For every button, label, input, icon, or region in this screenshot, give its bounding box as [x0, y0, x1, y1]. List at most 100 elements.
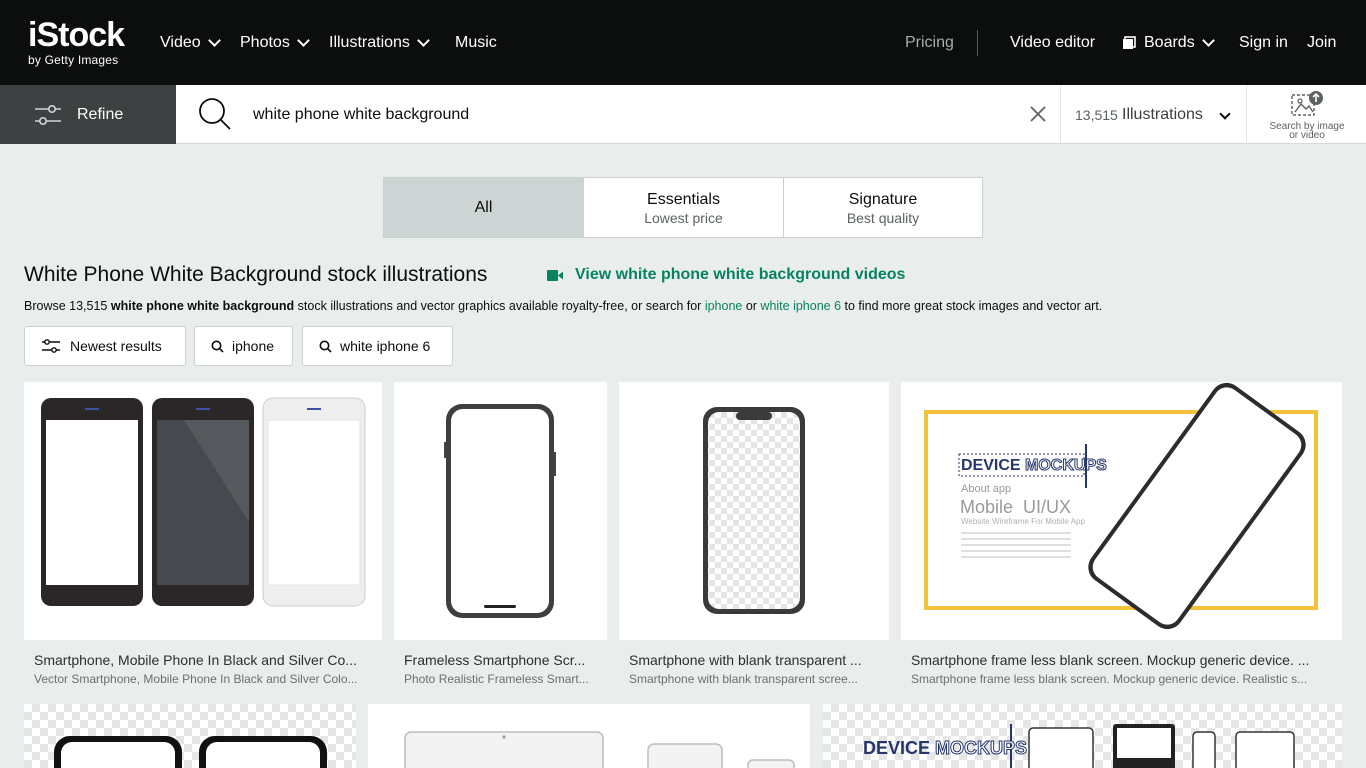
search-field[interactable]: white phone white background: [176, 85, 1060, 144]
nav-boards[interactable]: Boards: [1122, 33, 1215, 53]
boards-icon: [1123, 36, 1136, 49]
mockup-heading-2-word2: MOCKUPS: [935, 738, 1028, 759]
istock-logo[interactable]: iStock by Getty Images: [28, 18, 140, 68]
result-image-5[interactable]: [24, 704, 356, 768]
chevron-down-icon: [1219, 108, 1231, 120]
view-videos-label: View white phone white background videos: [575, 266, 906, 283]
mockup-about: About app: [961, 483, 1012, 495]
suggested-search-iphone[interactable]: iphone: [194, 326, 293, 366]
sign-in-link[interactable]: Sign in: [1239, 33, 1288, 53]
suggested-search-white-iphone-6[interactable]: white iphone 6: [302, 326, 453, 366]
sliders-icon: [35, 105, 61, 125]
tab-all[interactable]: All: [383, 177, 584, 238]
nav-photos-label: Photos: [240, 34, 290, 51]
frameless-smartphone-illustration: [444, 404, 556, 618]
nav-video-label: Video: [160, 34, 201, 51]
media-type-select[interactable]: 13,515 Illustrations: [1060, 85, 1246, 144]
result-title-2[interactable]: Frameless Smartphone Scr...: [404, 652, 602, 669]
result-image-1[interactable]: [24, 382, 382, 640]
result-image-6[interactable]: [368, 704, 810, 768]
sort-newest-button[interactable]: Newest results: [24, 326, 186, 366]
sort-newest-label: Newest results: [70, 338, 162, 354]
browse-middle: stock illustrations and vector graphics …: [294, 299, 705, 313]
result-subtitle-2: Photo Realistic Frameless Smart...: [404, 672, 589, 686]
browse-description: Browse 13,515 white phone white backgrou…: [24, 298, 1102, 314]
logo-wordmark: iStock: [28, 16, 125, 54]
tab-essentials-subtitle: Lowest price: [644, 210, 723, 226]
refine-label: Refine: [77, 106, 124, 123]
chevron-down-icon: [296, 34, 310, 47]
search-by-image-button[interactable]: Search by image or video: [1246, 85, 1366, 144]
mockup-heading-2-word1: DEVICE: [863, 738, 931, 758]
nav-divider: [977, 30, 978, 56]
mockup-heading: DEVICE MOCKUPS: [961, 457, 1107, 475]
device-set-illustration: [404, 731, 795, 768]
top-navigation: iStock by Getty Images Video Photos Illu…: [0, 0, 1366, 85]
result-subtitle-1: Vector Smartphone, Mobile Phone In Black…: [34, 672, 358, 686]
browse-prefix: Browse 13,515: [24, 299, 111, 313]
result-title-4[interactable]: Smartphone frame less blank screen. Mock…: [911, 652, 1338, 669]
related-search-link-iphone[interactable]: iphone: [705, 299, 743, 313]
sign-in-label: Sign in: [1239, 34, 1288, 51]
suggested-search-iphone-label: iphone: [232, 338, 275, 354]
result-count: 13,515: [1075, 107, 1118, 123]
mockup-tagline: Website Wireframe For Mobile App: [961, 517, 1085, 526]
sliders-icon: [42, 339, 60, 353]
mockup-heading-word2: MOCKUPS: [1025, 457, 1108, 475]
result-image-2[interactable]: [394, 382, 607, 640]
two-smartphones-illustration: [54, 736, 327, 768]
media-type-label: Illustrations: [1122, 106, 1203, 123]
result-image-4[interactable]: DEVICE MOCKUPS About app Mobile UI/UX We…: [901, 382, 1342, 640]
mockup-subtitle: Mobile UI/UX: [960, 497, 1072, 517]
nav-photos[interactable]: Photos: [240, 33, 310, 53]
tab-essentials-label: Essentials: [647, 191, 720, 208]
view-videos-link[interactable]: View white phone white background videos: [547, 265, 905, 285]
browse-suffix: to find more great stock images and vect…: [841, 299, 1103, 313]
nav-video[interactable]: Video: [160, 33, 221, 53]
result-title-1[interactable]: Smartphone, Mobile Phone In Black and Si…: [34, 652, 376, 669]
nav-pricing-label: Pricing: [905, 34, 954, 51]
mockup-heading-word1: DEVICE: [961, 457, 1021, 474]
clear-search-icon[interactable]: [1030, 106, 1046, 122]
result-image-3[interactable]: [619, 382, 889, 640]
tab-all-label: All: [474, 199, 493, 216]
nav-pricing[interactable]: Pricing: [905, 33, 954, 53]
related-search-link-white-iphone-6[interactable]: white iphone 6: [760, 299, 841, 313]
page-title: White Phone White Background stock illus…: [24, 263, 488, 286]
result-subtitle-3: Smartphone with blank transparent scree.…: [629, 672, 858, 686]
search-by-image-label: Search by image or video: [1247, 122, 1366, 141]
image-upload-icon: [1291, 91, 1323, 116]
nav-illustrations-label: Illustrations: [329, 34, 410, 51]
three-smartphones-illustration: [41, 397, 366, 607]
nav-boards-label: Boards: [1144, 34, 1195, 51]
nav-music[interactable]: Music: [455, 33, 497, 53]
search-by-image-line2: or video: [1289, 130, 1325, 141]
chevron-down-icon: [1201, 34, 1215, 47]
video-camera-icon: [547, 269, 563, 281]
chevron-down-icon: [207, 34, 221, 47]
tab-essentials[interactable]: Essentials Lowest price: [583, 177, 784, 238]
result-image-7[interactable]: DEVICE MOCKUPS: [823, 704, 1342, 768]
search-icon: [211, 340, 224, 353]
search-input[interactable]: white phone white background: [253, 105, 469, 125]
browse-query: white phone white background: [110, 299, 295, 313]
result-title-3[interactable]: Smartphone with blank transparent ...: [629, 652, 885, 669]
nav-video-editor[interactable]: Video editor: [1010, 33, 1095, 53]
tab-signature-subtitle: Best quality: [846, 210, 920, 226]
nav-illustrations[interactable]: Illustrations: [329, 33, 430, 53]
browse-or: or: [742, 299, 761, 313]
nav-video-editor-label: Video editor: [1010, 34, 1096, 51]
mockup-heading-2: DEVICE MOCKUPS: [863, 738, 1028, 759]
search-icon: [319, 340, 332, 353]
refine-button[interactable]: Refine: [0, 85, 176, 144]
tab-signature-label: Signature: [848, 191, 918, 208]
tab-signature[interactable]: Signature Best quality: [783, 177, 983, 238]
join-link[interactable]: Join: [1307, 33, 1336, 53]
suggested-search-white-iphone-6-label: white iphone 6: [340, 338, 431, 354]
logo-tagline: by Getty Images: [28, 53, 119, 67]
join-label: Join: [1307, 34, 1337, 51]
nav-music-label: Music: [455, 34, 497, 51]
chevron-down-icon: [417, 34, 430, 47]
transparent-screen-smartphone-illustration: [703, 407, 805, 614]
search-icon: [199, 98, 231, 130]
